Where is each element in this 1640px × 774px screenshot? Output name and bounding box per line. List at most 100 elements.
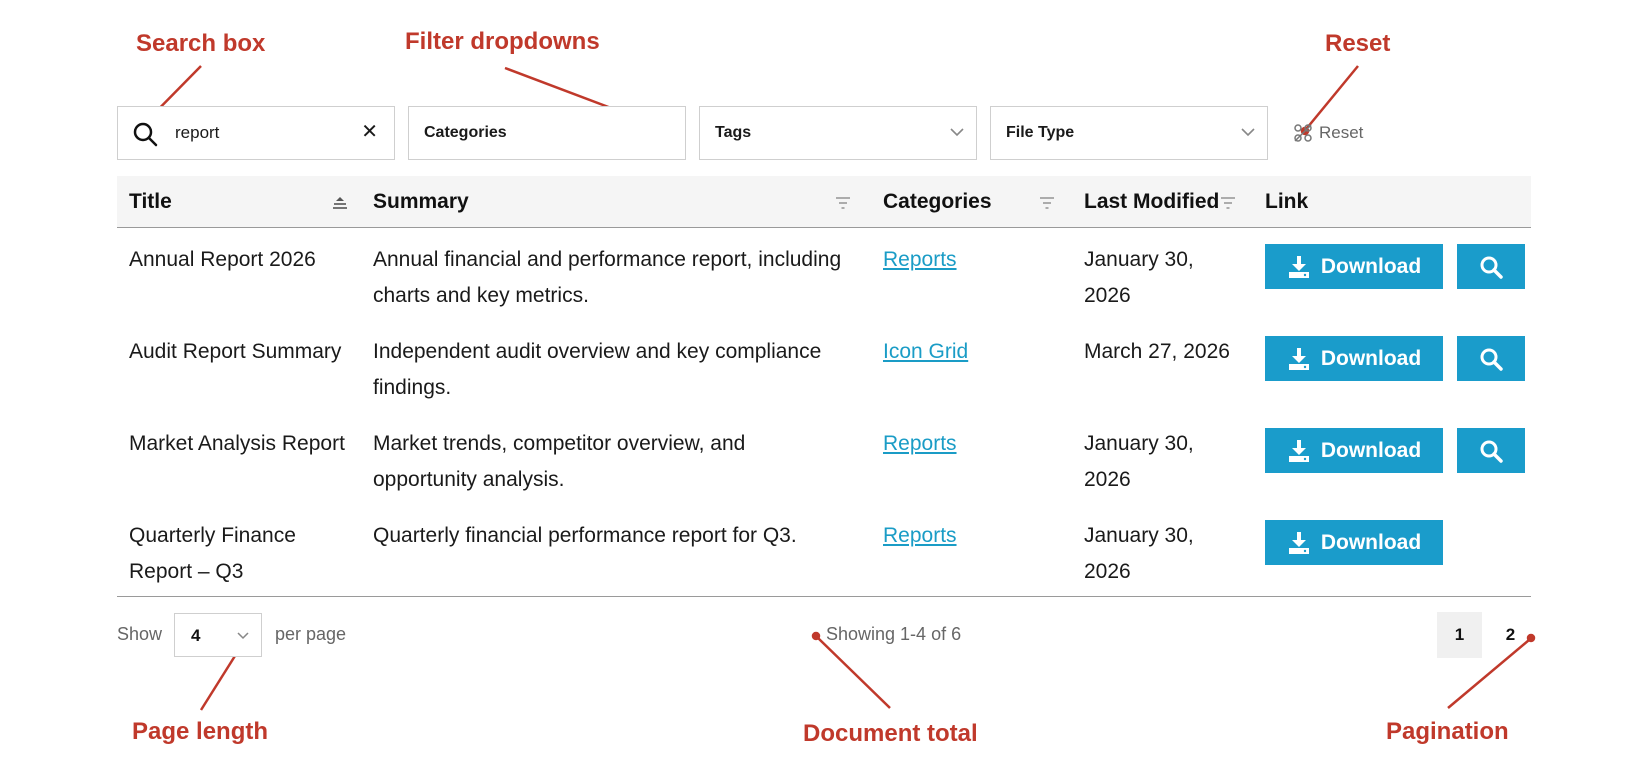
category-link[interactable]: Reports bbox=[883, 432, 957, 455]
tags-filter[interactable]: Tags bbox=[699, 106, 977, 160]
documents-table: Title Summary Categories Last Modified L… bbox=[117, 176, 1531, 596]
download-label: Download bbox=[1320, 438, 1422, 462]
clear-search-icon[interactable]: ✕ bbox=[361, 121, 378, 143]
search-icon bbox=[133, 122, 158, 147]
row-category: Reports bbox=[883, 242, 957, 278]
table-row: Audit Report Summary Independent audit ov… bbox=[117, 334, 1531, 414]
row-summary: Market trends, competitor overview, and o… bbox=[373, 426, 863, 498]
row-last-modified-line: 2026 bbox=[1084, 560, 1131, 583]
row-category: Icon Grid bbox=[883, 334, 968, 370]
document-total-info: Showing 1-4 of 6 bbox=[826, 624, 962, 644]
page-length-select[interactable]: 4 bbox=[174, 613, 262, 657]
row-title-line: Report – Q3 bbox=[129, 560, 244, 583]
show-label: Show bbox=[117, 624, 163, 644]
filter-icon[interactable] bbox=[835, 196, 851, 210]
download-icon bbox=[1288, 439, 1309, 462]
table-row: Market Analysis Report Market trends, com… bbox=[117, 426, 1531, 506]
table-row: Quarterly Finance Report – Q3 Quarterly fi… bbox=[117, 518, 1531, 598]
annotation-pagination: Pagination bbox=[1386, 718, 1509, 745]
filter-icon[interactable] bbox=[1039, 196, 1055, 210]
search-icon bbox=[1480, 256, 1503, 279]
row-summary: Quarterly financial performance report f… bbox=[373, 518, 863, 554]
file-type-filter[interactable]: File Type bbox=[990, 106, 1268, 160]
download-icon bbox=[1288, 531, 1309, 554]
row-last-modified: January 30, 2026 bbox=[1084, 426, 1254, 498]
category-link[interactable]: Reports bbox=[883, 524, 957, 547]
row-title-line: Audit Report Summary bbox=[129, 340, 342, 363]
download-button[interactable]: Download bbox=[1265, 244, 1443, 289]
preview-button[interactable] bbox=[1457, 428, 1525, 473]
row-last-modified-line: January 30, bbox=[1084, 248, 1194, 271]
row-summary-line: Independent audit overview and key compl… bbox=[373, 340, 822, 363]
row-title: Audit Report Summary bbox=[129, 334, 359, 370]
chevron-down-icon bbox=[950, 128, 964, 137]
row-title: Quarterly Finance Report – Q3 bbox=[129, 518, 359, 590]
row-summary-line: findings. bbox=[373, 376, 452, 399]
categories-filter-label: Categories bbox=[424, 124, 507, 141]
row-category: Reports bbox=[883, 426, 957, 462]
annotation-filter-dropdowns: Filter dropdowns bbox=[405, 28, 600, 55]
tags-filter-label: Tags bbox=[715, 124, 752, 141]
table-header: Title Summary Categories Last Modified L… bbox=[117, 176, 1531, 228]
download-icon bbox=[1288, 255, 1309, 278]
row-last-modified-line: 2026 bbox=[1084, 284, 1131, 307]
row-summary-line: Quarterly financial performance report f… bbox=[373, 524, 797, 547]
row-last-modified-line: January 30, bbox=[1084, 524, 1194, 547]
row-last-modified: January 30, 2026 bbox=[1084, 242, 1254, 314]
sort-ascending-icon[interactable] bbox=[332, 196, 348, 210]
row-summary: Independent audit overview and key compl… bbox=[373, 334, 863, 406]
search-input[interactable]: report bbox=[175, 123, 219, 143]
annotation-reset: Reset bbox=[1325, 30, 1391, 57]
pagination-page-1[interactable]: 1 bbox=[1437, 612, 1482, 658]
column-header-summary[interactable]: Summary bbox=[373, 190, 469, 214]
row-summary: Annual financial and performance report,… bbox=[373, 242, 863, 314]
document-total-pointer bbox=[817, 637, 891, 709]
categories-filter[interactable]: Categories bbox=[408, 106, 686, 160]
table-body: Annual Report 2026 Annual financial and p… bbox=[117, 228, 1531, 596]
row-title: Annual Report 2026 bbox=[129, 242, 359, 278]
row-summary-line: opportunity analysis. bbox=[373, 468, 565, 491]
download-label: Download bbox=[1320, 346, 1422, 370]
filter-icon[interactable] bbox=[1220, 196, 1236, 210]
reset-filter-icon bbox=[1294, 124, 1312, 142]
annotation-document-total: Document total bbox=[803, 720, 978, 747]
preview-button[interactable] bbox=[1457, 336, 1525, 381]
column-header-categories[interactable]: Categories bbox=[883, 190, 992, 214]
column-header-title[interactable]: Title bbox=[129, 190, 172, 214]
row-title-line: Market Analysis Report bbox=[129, 432, 345, 455]
download-button[interactable]: Download bbox=[1265, 428, 1443, 473]
search-icon bbox=[1480, 348, 1503, 371]
download-button[interactable]: Download bbox=[1265, 520, 1443, 565]
column-header-last-modified[interactable]: Last Modified bbox=[1084, 190, 1219, 214]
search-icon bbox=[1480, 440, 1503, 463]
reset-button[interactable]: Reset bbox=[1293, 120, 1363, 146]
row-summary-line: Market trends, competitor overview, and bbox=[373, 432, 746, 455]
per-page-label: per page bbox=[275, 624, 347, 644]
file-type-filter-label: File Type bbox=[1006, 124, 1075, 141]
row-category: Reports bbox=[883, 518, 957, 554]
chevron-down-icon bbox=[1241, 128, 1255, 137]
category-link[interactable]: Icon Grid bbox=[883, 340, 968, 363]
chevron-down-icon bbox=[237, 632, 249, 640]
row-last-modified: March 27, 2026 bbox=[1084, 334, 1254, 370]
row-summary-line: Annual financial and performance report,… bbox=[373, 248, 842, 271]
annotation-page-length: Page length bbox=[132, 718, 269, 745]
preview-button[interactable] bbox=[1457, 244, 1525, 289]
reset-label: Reset bbox=[1319, 123, 1364, 142]
table-bottom-divider bbox=[117, 596, 1531, 597]
annotation-search-box: Search box bbox=[136, 30, 266, 57]
search-box[interactable]: report ✕ bbox=[117, 106, 395, 160]
download-button[interactable]: Download bbox=[1265, 336, 1443, 381]
row-last-modified-line: 2026 bbox=[1084, 468, 1131, 491]
pagination-page-2[interactable]: 2 bbox=[1488, 612, 1533, 658]
reset-pointer bbox=[1306, 65, 1359, 129]
row-title-line: Annual Report 2026 bbox=[129, 248, 316, 271]
row-last-modified: January 30, 2026 bbox=[1084, 518, 1254, 590]
row-last-modified-line: March 27, 2026 bbox=[1084, 340, 1230, 363]
row-last-modified-line: January 30, bbox=[1084, 432, 1194, 455]
table-row: Annual Report 2026 Annual financial and p… bbox=[117, 242, 1531, 322]
row-title-line: Quarterly Finance bbox=[129, 524, 296, 547]
download-label: Download bbox=[1320, 254, 1422, 278]
category-link[interactable]: Reports bbox=[883, 248, 957, 271]
download-label: Download bbox=[1320, 530, 1422, 554]
